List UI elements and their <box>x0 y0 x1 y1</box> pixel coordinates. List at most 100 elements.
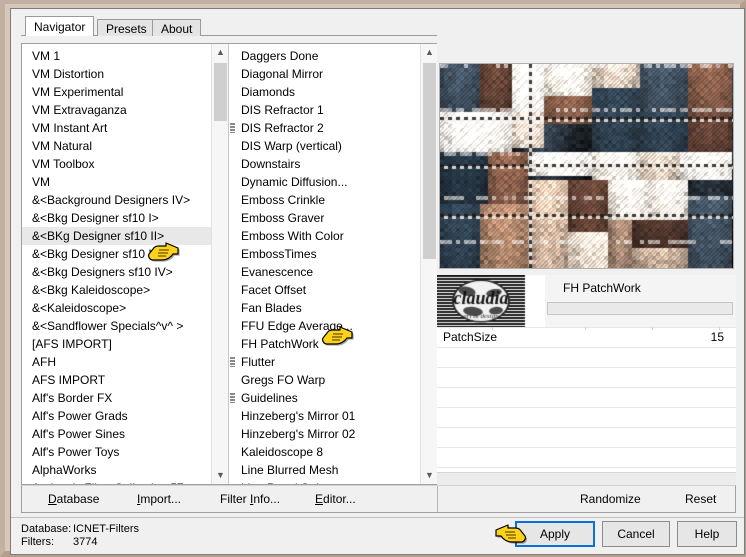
editor-button[interactable]: Editor... <box>315 492 356 506</box>
parameter-row-patchsize[interactable]: PatchSize 15 <box>437 327 736 348</box>
filter-list-item[interactable]: Hinzeberg's Mirror 01 <box>229 407 420 425</box>
filter-info-button[interactable]: Filter Info... <box>220 492 280 506</box>
category-list-item[interactable]: &<BKg Designer sf10 II> <box>22 227 211 245</box>
filter-list-item[interactable]: Hinzeberg's Mirror 02 <box>229 425 420 443</box>
parameter-list[interactable]: PatchSize 15 <box>437 327 736 485</box>
category-list-item[interactable]: [AFS IMPORT] <box>22 335 211 353</box>
category-list-item[interactable]: &<Bkg Designers sf10 IV> <box>22 263 211 281</box>
filter-list-item[interactable]: Facet Offset <box>229 281 420 299</box>
category-list-item[interactable]: AFS IMPORT <box>22 371 211 389</box>
apply-button[interactable]: Apply <box>515 521 595 547</box>
filter-list-items[interactable]: Daggers Done Diagonal Mirror Diamonds DIS R… <box>229 47 420 484</box>
category-list-item[interactable]: Alf's Power Grads <box>22 407 211 425</box>
filter-list-item[interactable]: Gregs FO Warp <box>229 371 420 389</box>
filter-list-item[interactable]: EmbossTimes <box>229 245 420 263</box>
filter-list[interactable]: Daggers Done Diagonal Mirror Diamonds DIS R… <box>228 44 437 484</box>
filter-list-item[interactable]: Fan Blades <box>229 299 420 317</box>
filter-list-item[interactable]: Diamonds <box>229 83 420 101</box>
category-list-item[interactable]: &<Sandflower Specials^v^ > <box>22 317 211 335</box>
category-list-item[interactable]: VM 1 <box>22 47 211 65</box>
category-list[interactable]: VM 1 VM Distortion VM Experimental VM Extra… <box>22 44 228 484</box>
cancel-button[interactable]: Cancel <box>602 521 670 547</box>
filter-list-item[interactable]: DIS Refractor 2 <box>229 119 420 137</box>
category-list-item-label: VM Instant Art <box>32 121 108 135</box>
category-list-item[interactable]: Alf's Power Sines <box>22 425 211 443</box>
category-list-item[interactable]: VM Natural <box>22 137 211 155</box>
filter-list-item[interactable]: Diagonal Mirror <box>229 65 420 83</box>
status-database-value: ICNET-Filters <box>73 523 139 535</box>
category-list-item[interactable]: Alf's Border FX <box>22 389 211 407</box>
category-list-item[interactable]: VM Experimental <box>22 83 211 101</box>
reset-button[interactable]: Reset <box>685 492 716 506</box>
plugin-header: FH PatchWork <box>437 275 736 328</box>
chevron-up-icon[interactable]: ▲ <box>421 44 437 61</box>
randomize-button[interactable]: Randomize <box>580 492 641 506</box>
category-list-item[interactable]: VM Extravaganza <box>22 101 211 119</box>
category-list-item[interactable]: VM Toolbox <box>22 155 211 173</box>
tabstrip: Navigator Presets About <box>11 9 744 36</box>
category-list-item[interactable]: VM <box>22 173 211 191</box>
filter-list-item-label: Emboss With Color <box>241 229 344 243</box>
category-list-item[interactable]: VM Distortion <box>22 65 211 83</box>
category-list-item[interactable]: &<Background Designers IV> <box>22 191 211 209</box>
filter-list-item-label: Flutter <box>241 355 276 369</box>
filter-list-item-label: Kaleidoscope 8 <box>241 445 324 459</box>
category-scrollbar-thumb[interactable] <box>214 63 227 121</box>
parameter-list-footer <box>437 472 736 485</box>
filter-list-item[interactable]: Line Panel Stripes <box>229 479 420 484</box>
category-list-item[interactable]: Andrew's Filter Collection 57 <box>22 479 211 484</box>
category-list-item-label: AlphaWorks <box>32 463 97 477</box>
category-list-items[interactable]: VM 1 VM Distortion VM Experimental VM Extra… <box>22 47 211 484</box>
category-list-item[interactable]: &<Kaleidoscope> <box>22 299 211 317</box>
filter-list-item-label: Daggers Done <box>241 49 319 63</box>
help-button[interactable]: Help <box>677 521 737 547</box>
filter-list-scrollbar[interactable]: ▲ ▼ <box>420 44 437 484</box>
filter-list-item[interactable]: DIS Refractor 1 <box>229 101 420 119</box>
filter-list-item[interactable]: FH PatchWork <box>229 335 420 353</box>
category-list-item-label: &<Background Designers IV> <box>32 193 191 207</box>
category-list-item-label: VM Extravaganza <box>32 103 127 117</box>
filter-list-item[interactable]: Emboss With Color <box>229 227 420 245</box>
filter-list-item[interactable]: Evanescence <box>229 263 420 281</box>
database-button[interactable]: Database <box>48 492 99 506</box>
filter-list-item[interactable]: Dynamic Diffusion... <box>229 173 420 191</box>
filter-list-item-label: Diamonds <box>241 85 296 99</box>
filter-list-item[interactable]: Line Blurred Mesh <box>229 461 420 479</box>
filter-list-item[interactable]: FFU Edge Average... <box>229 317 420 335</box>
tab-about[interactable]: About <box>152 19 202 36</box>
filter-list-item-label: Facet Offset <box>241 283 307 297</box>
plugin-logo <box>437 275 545 327</box>
chevron-down-icon[interactable]: ▼ <box>212 467 228 484</box>
parameter-value[interactable]: 15 <box>711 328 724 347</box>
plugin-preset-slot[interactable] <box>547 302 733 315</box>
category-list-item[interactable]: &<Bkg Designer sf10 III> <box>22 245 211 263</box>
filter-list-item[interactable]: Emboss Graver <box>229 209 420 227</box>
filters-unlimited-window: Filters Unlimited 2.0 Navigator Presets … <box>0 0 746 557</box>
filter-preview[interactable] <box>439 63 734 269</box>
filter-list-item[interactable]: Downstairs <box>229 155 420 173</box>
parameter-row-empty <box>437 348 736 368</box>
filter-list-item[interactable]: Guidelines <box>229 389 420 407</box>
category-list-item[interactable]: VM Instant Art <box>22 119 211 137</box>
status-database: Database: ICNET-Filters <box>21 523 139 535</box>
filter-list-item[interactable]: Daggers Done <box>229 47 420 65</box>
tab-navigator[interactable]: Navigator <box>25 16 95 36</box>
parameter-row-empty <box>437 408 736 428</box>
category-list-item[interactable]: &<Bkg Kaleidoscope> <box>22 281 211 299</box>
filter-scrollbar-thumb[interactable] <box>423 63 436 259</box>
category-list-item[interactable]: &<Bkg Designer sf10 I> <box>22 209 211 227</box>
filter-list-item-label: DIS Warp (vertical) <box>241 139 342 153</box>
tab-presets[interactable]: Presets <box>97 19 156 36</box>
filter-list-item[interactable]: Flutter <box>229 353 420 371</box>
filter-list-item[interactable]: Emboss Crinkle <box>229 191 420 209</box>
parameter-row-empty <box>437 448 736 468</box>
import-button[interactable]: Import... <box>137 492 181 506</box>
category-list-item[interactable]: AlphaWorks <box>22 461 211 479</box>
category-list-scrollbar[interactable]: ▲ ▼ <box>211 44 228 484</box>
filter-list-item[interactable]: DIS Warp (vertical) <box>229 137 420 155</box>
filter-list-item[interactable]: Kaleidoscope 8 <box>229 443 420 461</box>
chevron-down-icon[interactable]: ▼ <box>421 467 437 484</box>
category-list-item[interactable]: AFH <box>22 353 211 371</box>
category-list-item[interactable]: Alf's Power Toys <box>22 443 211 461</box>
chevron-up-icon[interactable]: ▲ <box>212 44 228 61</box>
